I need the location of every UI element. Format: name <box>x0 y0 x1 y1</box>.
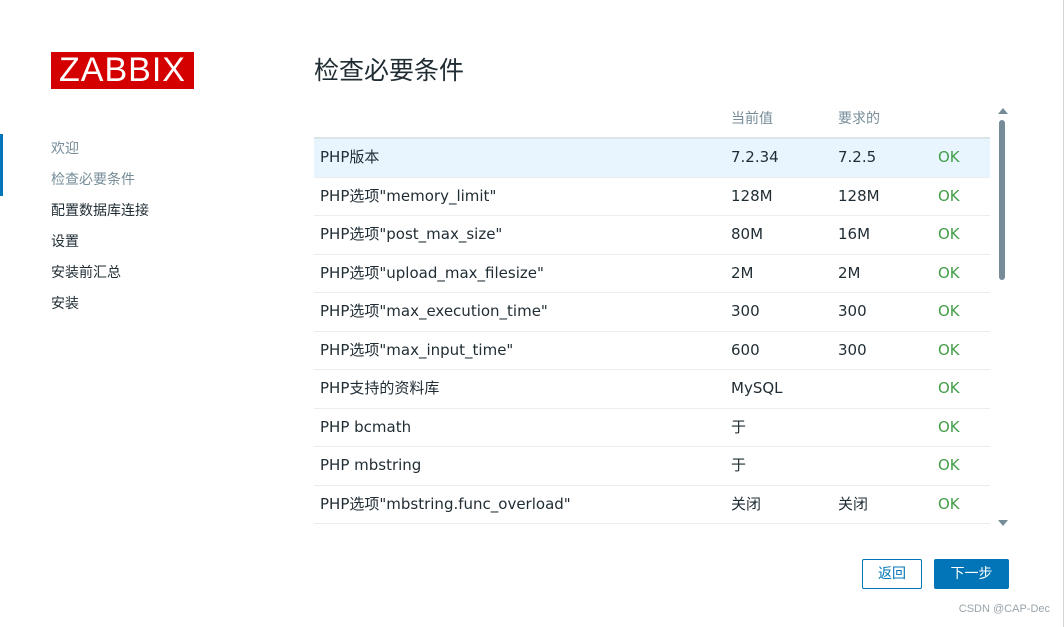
row-status: OK <box>938 225 960 243</box>
row-current-value: 关闭 <box>731 494 762 513</box>
table-row: PHP选项"post_max_size" 80M 16M OK <box>314 216 990 255</box>
table-row: PHP选项"mbstring.func_overload" 关闭 关闭 OK <box>314 486 990 524</box>
prerequisites-table[interactable]: 当前值 要求的 PHP版本 7.2.34 7.2.5 OK PHP选项"memory_l… <box>314 104 990 524</box>
row-status: OK <box>938 340 960 359</box>
table-row: PHP bcmath 于 OK <box>314 409 990 447</box>
row-current-value: MySQL <box>731 379 783 397</box>
table-row: PHP支持的资料库 MySQL OK <box>314 370 990 409</box>
row-name: PHP选项"post_max_size" <box>320 225 503 243</box>
row-status: OK <box>938 417 960 436</box>
row-status: OK <box>938 186 960 205</box>
row-name: PHP选项"memory_limit" <box>320 186 497 205</box>
zabbix-logo: ZABBIX <box>51 52 194 89</box>
table-row: PHP选项"max_execution_time" 300 300 OK <box>314 293 990 332</box>
header-current-value: 当前值 <box>731 111 773 127</box>
row-name: PHP版本 <box>320 148 380 166</box>
row-required-value: 300 <box>838 340 867 359</box>
nav-step-install[interactable]: 安装 <box>0 289 260 320</box>
row-required-value: 7.2.5 <box>838 148 877 166</box>
row-current-value: 7.2.34 <box>731 148 779 166</box>
nav-step-db-connection[interactable]: 配置数据库连接 <box>0 196 260 227</box>
row-current-value: 300 <box>731 302 760 320</box>
row-current-value: 于 <box>731 456 747 474</box>
row-status: OK <box>938 302 960 320</box>
table-scrollbar[interactable] <box>996 106 1010 528</box>
row-current-value: 2M <box>731 263 754 282</box>
row-required-value: 300 <box>838 302 867 320</box>
row-required-value: 关闭 <box>838 494 869 513</box>
row-required-value: 16M <box>838 225 871 243</box>
scroll-thumb[interactable] <box>999 120 1005 280</box>
row-current-value: 128M <box>731 186 773 205</box>
nav-step-summary[interactable]: 安装前汇总 <box>0 258 260 289</box>
row-name: PHP选项"upload_max_filesize" <box>320 263 544 282</box>
row-required-value: 2M <box>838 263 861 282</box>
row-current-value: 80M <box>731 225 764 243</box>
table-row: PHP版本 7.2.34 7.2.5 OK <box>314 139 990 178</box>
table-row: PHP选项"memory_limit" 128M 128M OK <box>314 178 990 216</box>
setup-steps-nav: 欢迎 检查必要条件 配置数据库连接 设置 安装前汇总 安装 <box>0 134 260 320</box>
table-row: PHP选项"max_input_time" 600 300 OK <box>314 332 990 370</box>
nav-step-settings[interactable]: 设置 <box>0 227 260 258</box>
row-required-value: 128M <box>838 186 880 205</box>
next-step-button[interactable]: 下一步 <box>934 559 1009 589</box>
table-row: PHP mbstring 于 OK <box>314 447 990 486</box>
row-name: PHP支持的资料库 <box>320 379 440 397</box>
row-status: OK <box>938 456 960 474</box>
scroll-up-arrow-icon[interactable] <box>998 108 1008 114</box>
row-current-value: 于 <box>731 417 747 436</box>
back-button[interactable]: 返回 <box>862 559 922 589</box>
row-name: PHP选项"max_execution_time" <box>320 302 548 320</box>
row-name: PHP选项"mbstring.func_overload" <box>320 494 571 513</box>
table-header: 当前值 要求的 <box>314 104 990 139</box>
nav-step-check-prerequisites[interactable]: 检查必要条件 <box>0 134 260 196</box>
row-current-value: 600 <box>731 340 760 359</box>
row-status: OK <box>938 148 960 166</box>
row-name: PHP选项"max_input_time" <box>320 340 514 359</box>
row-status: OK <box>938 379 960 397</box>
csdn-watermark: CSDN @CAP-Dec <box>958 603 1050 615</box>
row-name: PHP mbstring <box>320 456 422 474</box>
table-row: PHP选项"upload_max_filesize" 2M 2M OK <box>314 255 990 293</box>
row-status: OK <box>938 494 960 513</box>
page-title: 检查必要条件 <box>314 56 465 85</box>
scroll-down-arrow-icon[interactable] <box>998 520 1008 526</box>
table-body: PHP版本 7.2.34 7.2.5 OK PHP选项"memory_limit" 128… <box>314 139 990 524</box>
row-name: PHP bcmath <box>320 417 412 436</box>
row-status: OK <box>938 263 960 282</box>
nav-step-welcome[interactable]: 欢迎 <box>0 134 260 165</box>
header-required: 要求的 <box>838 111 880 127</box>
